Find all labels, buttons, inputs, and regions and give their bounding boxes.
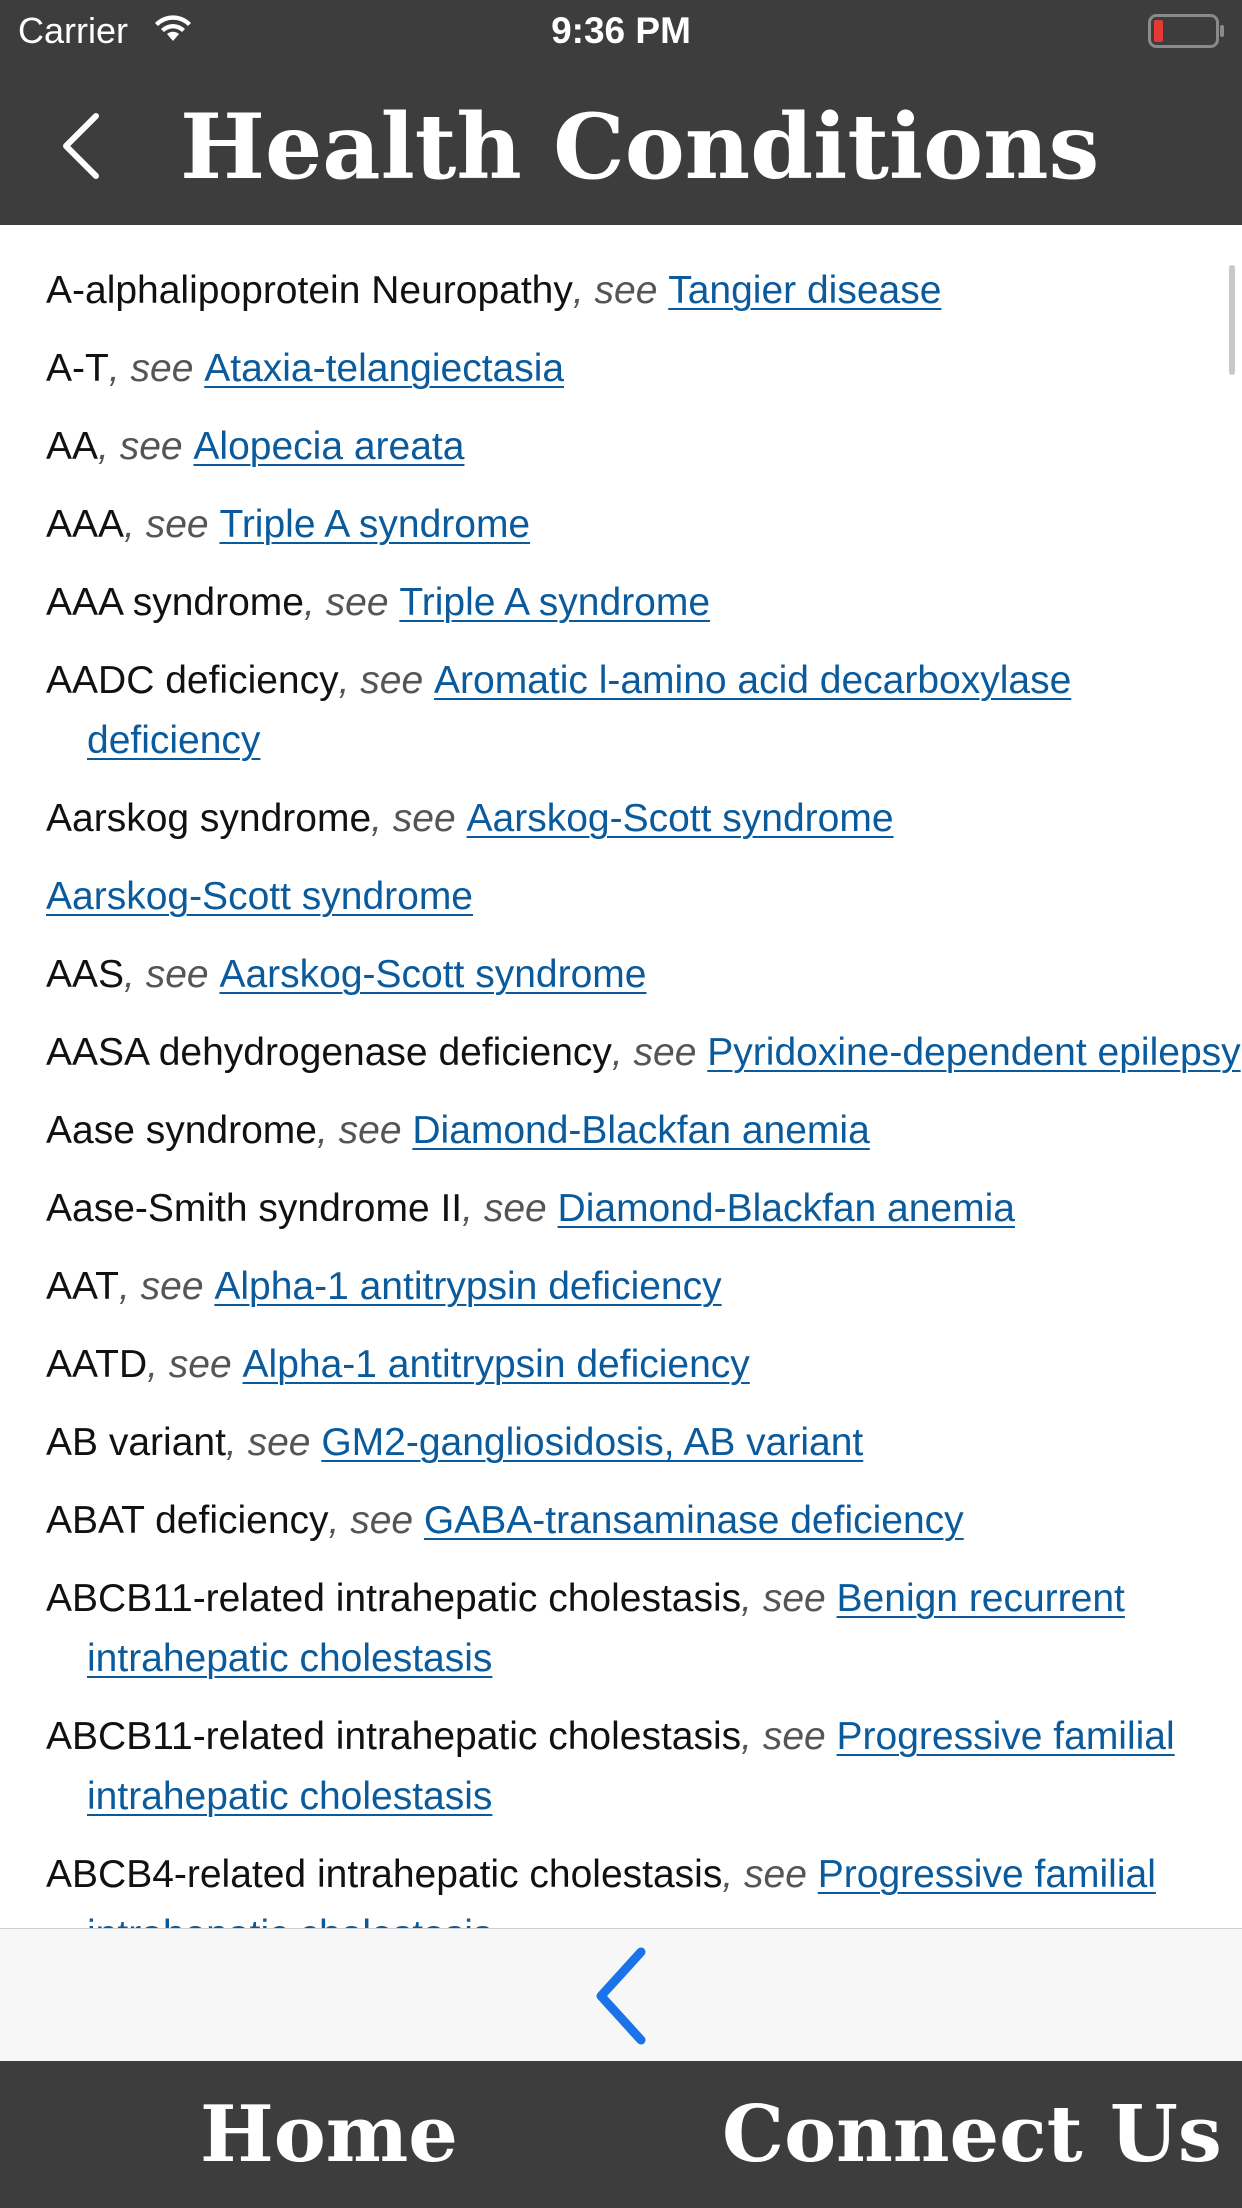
navigation-bar: Health Conditions [0,62,1242,225]
condition-link[interactable]: Diamond-Blackfan anemia [412,1109,869,1152]
conditions-list: A-alphalipoprotein Neuropathy, see Tangi… [0,261,1242,1928]
condition-term: AAT [46,1265,119,1308]
condition-link[interactable]: Diamond-Blackfan anemia [558,1187,1015,1230]
conditions-list-view[interactable]: A-alphalipoprotein Neuropathy, see Tangi… [0,225,1242,1928]
see-reference-label: , see [462,1187,558,1230]
see-reference-label: , see [572,269,669,312]
condition-link[interactable]: Pyridoxine-dependent epilepsy [707,1031,1240,1074]
condition-term: AADC deficiency [46,659,339,702]
bottom-toolbar [0,1928,1242,2062]
condition-term: ABCB11-related intrahepatic cholestasis [46,1715,742,1758]
list-item: Aarskog syndrome, see Aarskog-Scott synd… [46,789,1242,849]
condition-term: AAA [46,503,125,546]
condition-term: Aase-Smith syndrome II [46,1187,463,1230]
condition-term: AASA dehydrogenase deficiency [46,1031,612,1074]
see-reference-label: , see [147,1343,243,1386]
see-reference-label: , see [722,1853,818,1896]
scrollbar-thumb[interactable] [1229,265,1235,375]
list-item: AB variant, see GM2-gangliosidosis, AB v… [46,1413,1242,1473]
see-reference-label: , see [225,1421,322,1464]
condition-term: Aarskog syndrome [46,797,372,840]
see-reference-label: , see [98,425,194,468]
list-item: AATD, see Alpha-1 antitrypsin deficiency [46,1335,1242,1395]
condition-link[interactable]: Aarskog-Scott syndrome [467,797,894,840]
see-reference-label: , see [316,1109,413,1152]
see-reference-label: , see [741,1577,837,1620]
condition-link[interactable]: Triple A syndrome [399,581,710,624]
see-reference-label: , see [328,1499,424,1542]
condition-link[interactable]: Alopecia areata [193,425,464,468]
list-item: Aase syndrome, see Diamond-Blackfan anem… [46,1101,1242,1161]
list-item: AASA dehydrogenase deficiency, see Pyrid… [46,1023,1242,1083]
condition-link[interactable]: Triple A syndrome [219,503,530,546]
see-reference-label: , see [118,1265,215,1308]
condition-link[interactable]: GABA-transaminase deficiency [424,1499,964,1542]
list-item: A-alphalipoprotein Neuropathy, see Tangi… [46,261,1242,321]
list-item: AAA, see Triple A syndrome [46,495,1242,555]
see-reference-label: , see [124,503,220,546]
list-item: AAS, see Aarskog-Scott syndrome [46,945,1242,1005]
condition-term: ABCB11-related intrahepatic cholestasis [46,1577,742,1620]
see-reference-label: , see [338,659,435,702]
list-item: A-T, see Ataxia-telangiectasia [46,339,1242,399]
condition-link[interactable]: GM2-gangliosidosis, AB variant [321,1421,863,1464]
condition-term: ABCB4-related intrahepatic cholestasis [46,1853,723,1896]
page-title: Health Conditions [180,94,1100,200]
see-reference-label: , see [108,347,205,390]
see-reference-label: , see [611,1031,708,1074]
status-bar: Carrier 9:36 PM [0,0,1242,62]
list-item: Aase-Smith syndrome II, see Diamond-Blac… [46,1179,1242,1239]
list-item: AA, see Alopecia areata [46,417,1242,477]
see-reference-label: , see [124,953,220,996]
list-item: AAT, see Alpha-1 antitrypsin deficiency [46,1257,1242,1317]
tab-bar: Home Connect Us [0,2061,1242,2208]
condition-term: AA [46,425,99,468]
list-item: AADC deficiency, see Aromatic l-amino ac… [46,651,1242,771]
see-reference-label: , see [303,581,400,624]
chevron-left-icon[interactable] [58,110,104,182]
tab-home[interactable]: Home [200,2089,458,2181]
condition-link[interactable]: Aarskog-Scott syndrome [219,953,646,996]
condition-term: A-alphalipoprotein Neuropathy [46,269,573,312]
condition-term: ABAT deficiency [46,1499,329,1542]
battery-low-icon [1148,14,1224,48]
condition-term: AAS [46,953,125,996]
condition-term: A-T [46,347,109,390]
list-item: ABCB4-related intrahepatic cholestasis, … [46,1845,1242,1928]
see-reference-label: , see [371,797,467,840]
condition-link[interactable]: Aarskog-Scott syndrome [46,875,473,918]
condition-link[interactable]: Ataxia-telangiectasia [204,347,564,390]
condition-link[interactable]: Alpha-1 antitrypsin deficiency [243,1343,750,1386]
condition-term: AB variant [46,1421,226,1464]
status-time: 9:36 PM [551,10,691,51]
see-reference-label: , see [741,1715,837,1758]
condition-link[interactable]: Tangier disease [668,269,941,312]
list-item: ABAT deficiency, see GABA-transaminase d… [46,1491,1242,1551]
condition-term: AATD [46,1343,148,1386]
list-item: ABCB11-related intrahepatic cholestasis,… [46,1569,1242,1689]
tab-connect-us[interactable]: Connect Us [722,2089,1222,2181]
list-item: Aarskog-Scott syndrome [46,867,1242,927]
chevron-left-icon[interactable] [591,1946,651,2046]
condition-term: AAA syndrome [46,581,304,624]
condition-link[interactable]: Alpha-1 antitrypsin deficiency [214,1265,721,1308]
condition-term: Aase syndrome [46,1109,317,1152]
list-item: ABCB11-related intrahepatic cholestasis,… [46,1707,1242,1827]
list-item: AAA syndrome, see Triple A syndrome [46,573,1242,633]
